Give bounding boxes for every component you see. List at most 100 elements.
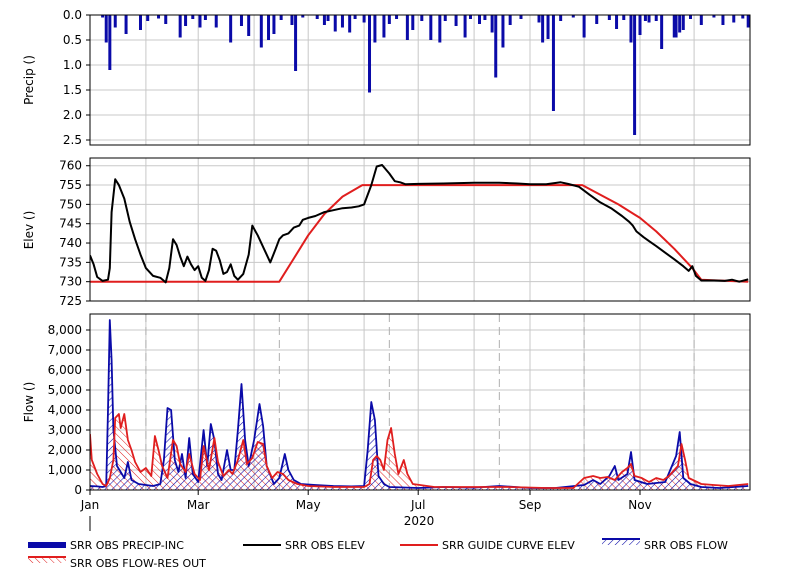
- precip-bar: [438, 15, 442, 43]
- precip-bar: [615, 15, 619, 29]
- precip-bar: [443, 15, 447, 21]
- precip-bar: [559, 15, 563, 21]
- precip-bar: [519, 15, 523, 19]
- precip-bar: [508, 15, 512, 25]
- legend-item: SRR OBS FLOW-RES OUT: [28, 556, 206, 570]
- legend-swatch-thick-line: [28, 542, 66, 548]
- x-axis-year-label: 2020: [404, 514, 435, 528]
- precip-y-tick-label: 1.0: [63, 58, 82, 72]
- precip-bar: [411, 15, 415, 30]
- precip-y-ticks: 0.0 0.5 1.0 1.5 2.0 2.5: [63, 8, 90, 147]
- precip-bar: [660, 15, 664, 49]
- precip-bar: [247, 15, 251, 36]
- legend: SRR OBS PRECIP-INC SRR OBS ELEV SRR GUIDE …: [28, 538, 728, 570]
- precip-bar: [290, 15, 294, 25]
- precip-bar: [267, 15, 271, 40]
- elev-y-ticks: 760 755 750 745 740 735 730 725: [59, 159, 90, 308]
- precip-bar: [699, 15, 703, 25]
- precip-bar: [279, 15, 283, 20]
- precip-bar: [607, 15, 611, 20]
- precip-bar: [551, 15, 555, 111]
- precip-bar: [681, 15, 685, 30]
- precip-bar: [405, 15, 409, 40]
- precip-bar: [732, 15, 736, 23]
- flow-x-tick-label: Nov: [628, 498, 651, 512]
- precip-bar: [688, 15, 692, 19]
- precip-bar: [478, 15, 482, 24]
- precip-bar: [429, 15, 433, 40]
- precip-bar: [483, 15, 487, 20]
- precip-bar: [582, 15, 586, 38]
- precip-bar: [643, 15, 647, 21]
- elev-y-tick-label: 740: [59, 236, 82, 250]
- precip-bar: [198, 15, 202, 28]
- precip-bar: [454, 15, 458, 26]
- precip-bar: [191, 15, 195, 19]
- precip-bar: [229, 15, 233, 43]
- precip-plot-frame: [89, 14, 751, 146]
- flow-y-tick-label: 6,000: [48, 363, 82, 377]
- elev-y-tick-label: 735: [59, 255, 82, 269]
- precip-bar: [294, 15, 298, 71]
- precip-bar: [674, 15, 678, 38]
- precip-bar: [647, 15, 651, 23]
- precip-bar: [395, 15, 399, 19]
- flow-y-tick-label: 1,000: [48, 463, 82, 477]
- flow-x-tick-label: Jul: [410, 498, 425, 512]
- flow-y-axis-label: Flow (): [22, 382, 36, 423]
- precip-bar: [353, 15, 357, 19]
- elev-y-tick-label: 760: [59, 159, 82, 173]
- precip-bar: [239, 15, 243, 26]
- precip-bar: [214, 15, 218, 28]
- precip-bar: [468, 15, 472, 19]
- legend-item: SRR OBS FLOW: [602, 538, 728, 552]
- precip-bar: [373, 15, 377, 43]
- obs-flow-area: [90, 320, 749, 490]
- elev-plot-frame: [89, 157, 751, 302]
- precip-y-tick-label: 0.0: [63, 8, 82, 22]
- precip-bar: [387, 15, 391, 24]
- flow-x-tick-label: May: [296, 498, 321, 512]
- flow-y-tick-label: 5,000: [48, 383, 82, 397]
- flow-x-ticks: Jan Mar May Jul Sep Nov: [80, 490, 652, 512]
- flow-x-tick-label: Jan: [80, 498, 100, 512]
- precip-bar: [741, 15, 745, 19]
- flow-y-ticks: 8,000 7,000 6,000 5,000 4,000 3,000 2,000 1,000…: [48, 323, 90, 497]
- precip-bar: [124, 15, 128, 34]
- precip-bar: [546, 15, 550, 39]
- precip-bar: [595, 15, 599, 24]
- precip-bar: [654, 15, 658, 21]
- flow-panel: 8,000 7,000 6,000 5,000 4,000 3,000 2,000 1,000…: [22, 313, 751, 531]
- precip-bar: [333, 15, 337, 32]
- elev-y-tick-label: 730: [59, 275, 82, 289]
- hydrograph-chart: 0.0 0.5 1.0 1.5 2.0 2.5 Precip () 760 755 750 74…: [22, 8, 751, 570]
- precip-y-axis-label: Precip (): [22, 55, 36, 105]
- precip-bar: [164, 15, 168, 24]
- precip-bar: [178, 15, 182, 38]
- precip-bar: [108, 15, 112, 70]
- guide-curve-line: [90, 184, 749, 283]
- flow-y-tick-label: 2,000: [48, 443, 82, 457]
- elev-y-tick-label: 725: [59, 294, 82, 308]
- elev-y-tick-label: 745: [59, 217, 82, 231]
- precip-bar: [678, 15, 682, 33]
- precip-bar: [633, 15, 637, 135]
- legend-label: SRR OBS FLOW-RES OUT: [70, 557, 206, 570]
- precip-bar: [629, 15, 633, 43]
- precip-y-tick-label: 1.5: [63, 83, 82, 97]
- legend-item: SRR OBS ELEV: [243, 539, 365, 552]
- precip-bar: [420, 15, 424, 21]
- precip-bar: [315, 15, 319, 19]
- precip-bar: [348, 15, 352, 33]
- legend-item: SRR GUIDE CURVE ELEV: [400, 539, 575, 552]
- precip-bar: [494, 15, 498, 78]
- flow-series: [90, 319, 749, 490]
- precip-bar: [746, 15, 750, 28]
- precip-bar: [537, 15, 541, 23]
- precip-bar: [326, 15, 330, 21]
- precip-bar: [340, 15, 344, 28]
- precip-y-tick-label: 2.5: [63, 133, 82, 147]
- precip-bar: [541, 15, 545, 43]
- elev-gridlines: [90, 158, 750, 302]
- precip-bar: [203, 15, 207, 20]
